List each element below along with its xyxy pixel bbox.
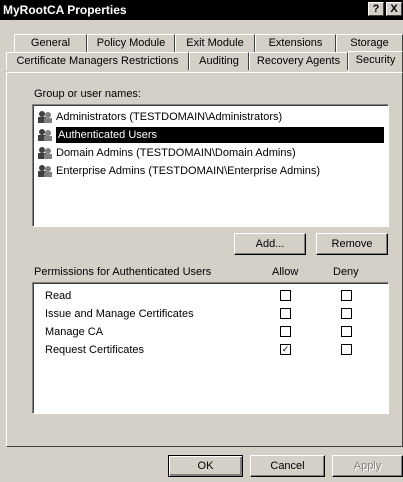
tab-recovery-agents[interactable]: Recovery Agents	[249, 52, 348, 70]
allow-column-header: Allow	[272, 266, 299, 278]
cancel-button[interactable]: Cancel	[250, 455, 325, 477]
permission-label: Request Certificates	[45, 344, 145, 356]
permission-row-manage-ca: Manage CA	[45, 323, 385, 341]
allow-checkbox-request-certificates[interactable]: ✓	[280, 344, 291, 355]
users-group-icon	[38, 129, 52, 141]
remove-button[interactable]: Remove	[316, 233, 388, 255]
permission-label: Read	[45, 290, 72, 302]
permission-row-issue-manage: Issue and Manage Certificates	[45, 305, 385, 323]
window-title: MyRootCA Properties	[3, 3, 127, 17]
user-item-label: Administrators (TESTDOMAIN\Administrator…	[56, 111, 283, 123]
deny-checkbox-issue-manage[interactable]	[341, 308, 352, 319]
title-bar[interactable]: MyRootCA Properties ? X	[0, 0, 403, 20]
users-group-icon	[38, 111, 52, 123]
tab-security[interactable]: Security	[348, 51, 403, 72]
help-button[interactable]: ?	[368, 2, 384, 16]
tab-auditing[interactable]: Auditing	[189, 52, 249, 70]
user-item-label: Domain Admins (TESTDOMAIN\Domain Admins)	[56, 147, 296, 159]
apply-button[interactable]: Apply	[332, 455, 403, 477]
deny-column-header: Deny	[333, 266, 359, 278]
user-item-enterprise-admins[interactable]: Enterprise Admins (TESTDOMAIN\Enterprise…	[35, 162, 384, 180]
ok-button[interactable]: OK	[168, 455, 243, 477]
permission-row-read: Read	[45, 287, 385, 305]
permissions-header: Permissions for Authenticated Users	[34, 266, 212, 278]
tab-policy-module[interactable]: Policy Module	[87, 34, 175, 52]
tab-extensions[interactable]: Extensions	[255, 34, 336, 52]
users-listbox[interactable]: Administrators (TESTDOMAIN\Administrator…	[32, 104, 389, 227]
tab-certificate-managers-restrictions[interactable]: Certificate Managers Restrictions	[6, 52, 189, 70]
user-item-domain-admins[interactable]: Domain Admins (TESTDOMAIN\Domain Admins)	[35, 144, 384, 162]
users-group-icon	[38, 165, 52, 177]
permission-row-request-certificates: Request Certificates ✓	[45, 341, 385, 359]
users-section-label: Group or user names:	[34, 88, 141, 100]
allow-checkbox-issue-manage[interactable]	[280, 308, 291, 319]
tab-general[interactable]: General	[14, 34, 87, 52]
user-item-authenticated-users[interactable]: Authenticated Users	[35, 126, 384, 144]
permission-label: Manage CA	[45, 326, 104, 338]
allow-checkbox-manage-ca[interactable]	[280, 326, 291, 337]
users-group-icon	[38, 147, 52, 159]
user-item-administrators[interactable]: Administrators (TESTDOMAIN\Administrator…	[35, 108, 384, 126]
user-item-label: Authenticated Users	[56, 127, 384, 143]
deny-checkbox-manage-ca[interactable]	[341, 326, 352, 337]
user-item-label: Enterprise Admins (TESTDOMAIN\Enterprise…	[56, 165, 321, 177]
allow-checkbox-read[interactable]	[280, 290, 291, 301]
checkmark-icon: ✓	[281, 344, 290, 354]
permission-label: Issue and Manage Certificates	[45, 308, 194, 320]
deny-checkbox-request-certificates[interactable]	[341, 344, 352, 355]
tab-exit-module[interactable]: Exit Module	[175, 34, 255, 52]
deny-checkbox-read[interactable]	[341, 290, 352, 301]
tab-storage[interactable]: Storage	[336, 34, 403, 52]
close-button[interactable]: X	[386, 2, 402, 16]
add-button[interactable]: Add...	[234, 233, 306, 255]
permissions-list[interactable]: Read Issue and Manage Certificates Manag…	[32, 282, 389, 414]
